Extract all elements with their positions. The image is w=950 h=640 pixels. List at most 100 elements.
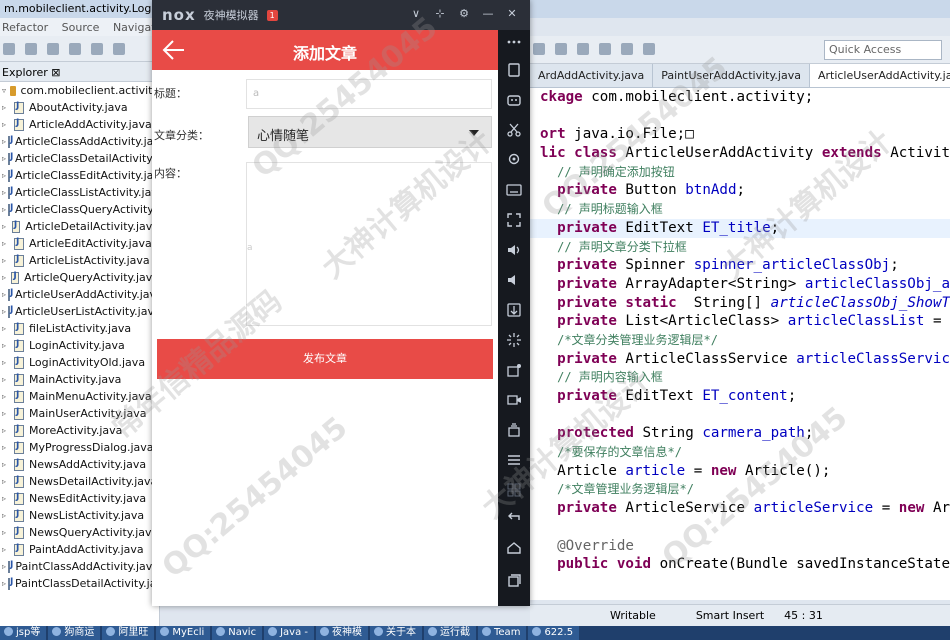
title-input[interactable]: a <box>246 79 492 109</box>
file-item[interactable]: ▹ MainMenuActivity.java <box>0 388 159 405</box>
file-item[interactable]: ▹ NewsDetailActivity.java <box>0 473 159 490</box>
expand-icon[interactable]: ▹ <box>2 171 6 180</box>
file-item[interactable]: ▹ ArticleUserAddActivity.java <box>0 286 159 303</box>
file-item[interactable]: ▹ NewsQueryActivity.java <box>0 524 159 541</box>
grid-icon[interactable] <box>506 482 522 498</box>
close-icon[interactable]: ✕ <box>500 7 524 20</box>
expand-icon[interactable]: ▹ <box>2 460 12 469</box>
edit-icon[interactable] <box>533 43 545 55</box>
article-class-spinner[interactable]: 心情随笔 <box>248 116 492 148</box>
file-item[interactable]: ▹ LoginActivity.java <box>0 337 159 354</box>
expand-icon[interactable]: ▹ <box>2 222 10 231</box>
minimize-icon[interactable]: — <box>476 7 500 20</box>
prev-annotation-icon[interactable] <box>599 43 612 55</box>
shake-icon[interactable] <box>506 332 522 348</box>
expand-icon[interactable]: ▹ <box>2 528 12 537</box>
expand-icon[interactable]: ▹ <box>2 239 12 248</box>
expand-icon[interactable]: ▹ <box>2 120 12 129</box>
package-node[interactable]: ▿ com.mobileclient.activity <box>0 82 159 99</box>
taskbar-item[interactable]: 阿里旺 <box>102 626 155 640</box>
expand-icon[interactable]: ▹ <box>2 494 12 503</box>
taskbar-item[interactable]: Team <box>478 626 527 640</box>
expand-icon[interactable]: ▹ <box>2 324 12 333</box>
expand-icon[interactable]: ▹ <box>2 137 6 146</box>
dropdown-icon[interactable]: ∨ <box>404 7 428 20</box>
file-item[interactable]: ▹ ArticleClassEditActivity.java <box>0 167 159 184</box>
expand-icon[interactable]: ▹ <box>2 511 12 520</box>
annotation-icon[interactable] <box>555 43 568 55</box>
file-item[interactable]: ▹ AboutActivity.java <box>0 99 159 116</box>
apk-icon[interactable] <box>506 302 522 318</box>
resize-icon[interactable] <box>506 212 522 228</box>
expand-icon[interactable]: ▹ <box>2 375 12 384</box>
android-recents-icon[interactable] <box>506 572 522 588</box>
publish-button[interactable]: 发布文章 <box>157 339 493 379</box>
taskbar-item[interactable]: 运行截 <box>424 626 476 640</box>
expand-icon[interactable]: ▹ <box>2 256 12 265</box>
expand-icon[interactable]: ▹ <box>2 154 6 163</box>
print-icon[interactable] <box>47 43 60 55</box>
expand-icon[interactable]: ▹ <box>2 205 6 214</box>
file-item[interactable]: ▹ MainActivity.java <box>0 371 159 388</box>
expand-icon[interactable]: ▹ <box>2 409 12 418</box>
multi-instance-icon[interactable] <box>506 422 522 438</box>
expand-icon[interactable]: ▹ <box>2 477 12 486</box>
expand-icon[interactable]: ▹ <box>2 426 12 435</box>
android-back-icon[interactable] <box>506 508 522 524</box>
expand-icon[interactable]: ▹ <box>2 545 12 554</box>
notification-badge[interactable]: 1 <box>266 9 278 21</box>
robot-icon[interactable] <box>506 92 522 108</box>
file-item[interactable]: ▹ ArticleEditActivity.java <box>0 235 159 252</box>
save-icon[interactable] <box>3 43 15 55</box>
explorer-tab[interactable]: Explorer ⊠ <box>0 62 159 82</box>
pin-icon[interactable]: ⊹ <box>428 7 452 20</box>
expand-icon[interactable]: ▹ <box>2 188 6 197</box>
file-item[interactable]: ▹ PaintAddActivity.java <box>0 541 159 558</box>
expand-icon[interactable]: ▹ <box>2 562 6 571</box>
file-item[interactable]: ▹ ArticleClassQueryActivity.java <box>0 201 159 218</box>
expand-icon[interactable]: ▹ <box>2 341 12 350</box>
file-item[interactable]: ▹ MyProgressDialog.java <box>0 439 159 456</box>
taskbar-item[interactable]: Navic <box>212 626 263 640</box>
expand-icon[interactable]: ▿ <box>2 86 8 95</box>
forward-icon[interactable] <box>643 43 656 55</box>
file-item[interactable]: ▹ MoreActivity.java <box>0 422 159 439</box>
editor-tab-active[interactable]: ArticleUserAddActivity.java <box>809 64 950 87</box>
location-icon[interactable] <box>506 152 522 168</box>
expand-icon[interactable]: ▹ <box>2 358 12 367</box>
file-item[interactable]: ▹ PaintClassDetailActivity.java <box>0 575 159 592</box>
expand-icon[interactable]: ▹ <box>2 443 12 452</box>
content-input[interactable]: a <box>246 162 492 326</box>
file-item[interactable]: ▹ LoginActivityOld.java <box>0 354 159 371</box>
editor-tab-1[interactable]: ArdAddActivity.java <box>530 64 654 87</box>
menu-icon[interactable] <box>506 452 522 468</box>
file-item[interactable]: ▹ ArticleClassDetailActivity.java <box>0 150 159 167</box>
taskbar-item[interactable]: 关于本 <box>370 626 422 640</box>
more-icon[interactable] <box>506 34 522 50</box>
file-item[interactable]: ▹ ArticleAddActivity.java <box>0 116 159 133</box>
file-item[interactable]: ▹ ArticleQueryActivity.java <box>0 269 159 286</box>
debug-icon[interactable] <box>113 43 126 55</box>
new-class-icon[interactable] <box>91 43 104 55</box>
taskbar-item[interactable]: Java - <box>264 626 314 640</box>
save-all-icon[interactable] <box>25 43 38 55</box>
file-item[interactable]: ▹ ArticleClassListActivity.java <box>0 184 159 201</box>
expand-icon[interactable]: ▹ <box>2 307 6 316</box>
code-editor[interactable]: ckage com.mobileclient.activity; ort jav… <box>530 88 950 600</box>
settings-icon[interactable]: ⚙ <box>452 7 476 20</box>
file-item[interactable]: ▹ fileListActivity.java <box>0 320 159 337</box>
expand-icon[interactable]: ▹ <box>2 579 6 588</box>
file-item[interactable]: ▹ ArticleDetailActivity.java <box>0 218 159 235</box>
editor-tab-2[interactable]: PaintUserAddActivity.java <box>653 64 810 87</box>
scissors-icon[interactable] <box>506 122 522 138</box>
file-item[interactable]: ▹ NewsListActivity.java <box>0 507 159 524</box>
expand-icon[interactable]: ▹ <box>2 290 6 299</box>
taskbar-item[interactable]: MyEcli <box>156 626 211 640</box>
taskbar-item[interactable]: jsp等 <box>0 626 47 640</box>
taskbar-item[interactable]: 狗商运 <box>48 626 101 640</box>
back-icon[interactable] <box>621 43 634 55</box>
file-item[interactable]: ▹ NewsEditActivity.java <box>0 490 159 507</box>
file-item[interactable]: ▹ ArticleListActivity.java <box>0 252 159 269</box>
new-package-icon[interactable] <box>69 43 82 55</box>
record-icon[interactable] <box>506 392 522 408</box>
